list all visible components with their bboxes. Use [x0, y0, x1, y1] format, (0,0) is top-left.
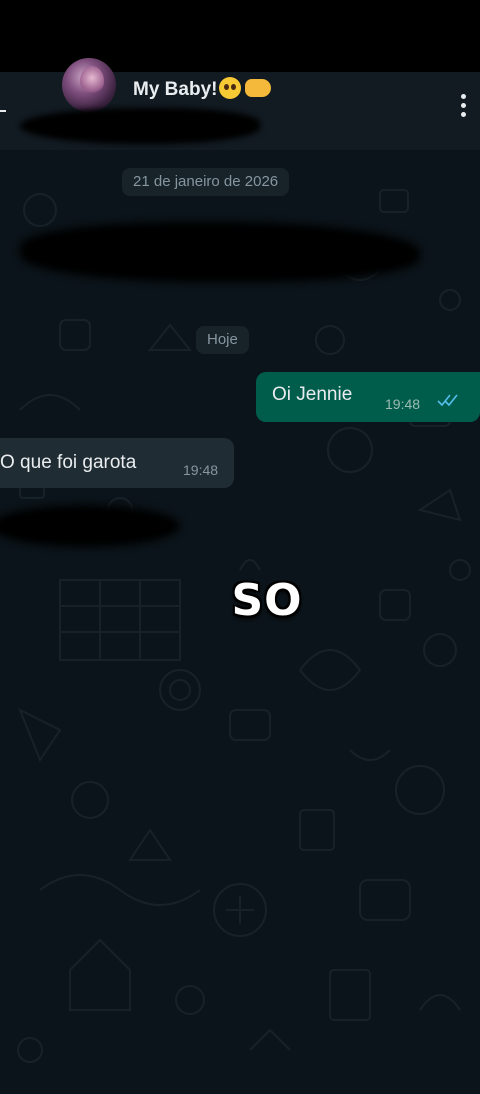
redaction-mark [20, 222, 420, 282]
message-text: O que foi garota [0, 452, 137, 473]
contact-name[interactable]: My Baby! [133, 77, 272, 101]
more-vertical-icon[interactable] [461, 94, 467, 118]
today-divider: Hoje [196, 326, 249, 354]
message-time: 19:48 [385, 396, 421, 412]
avatar[interactable] [62, 58, 116, 112]
video-caption-overlay: SO [231, 575, 303, 626]
message-text: Oi Jennie [272, 384, 353, 405]
status-bar-area [0, 0, 480, 72]
incoming-message[interactable]: O que foi garota 19:48 [0, 438, 234, 488]
outgoing-message[interactable]: Oi Jennie 19:48 [256, 372, 480, 422]
double-check-read-icon [437, 394, 458, 407]
contact-name-text: My Baby! [133, 79, 218, 100]
chat-area[interactable]: 21 de janeiro de 2026 Hoje Oi Jennie 19:… [0, 150, 480, 1094]
redaction-mark [20, 108, 260, 144]
pointing-hand-emoji-icon [245, 79, 272, 97]
message-time: 19:48 [183, 462, 219, 478]
date-divider: 21 de janeiro de 2026 [122, 168, 290, 196]
back-arrow-icon[interactable] [0, 108, 8, 114]
pleading-face-emoji-icon [219, 77, 242, 99]
